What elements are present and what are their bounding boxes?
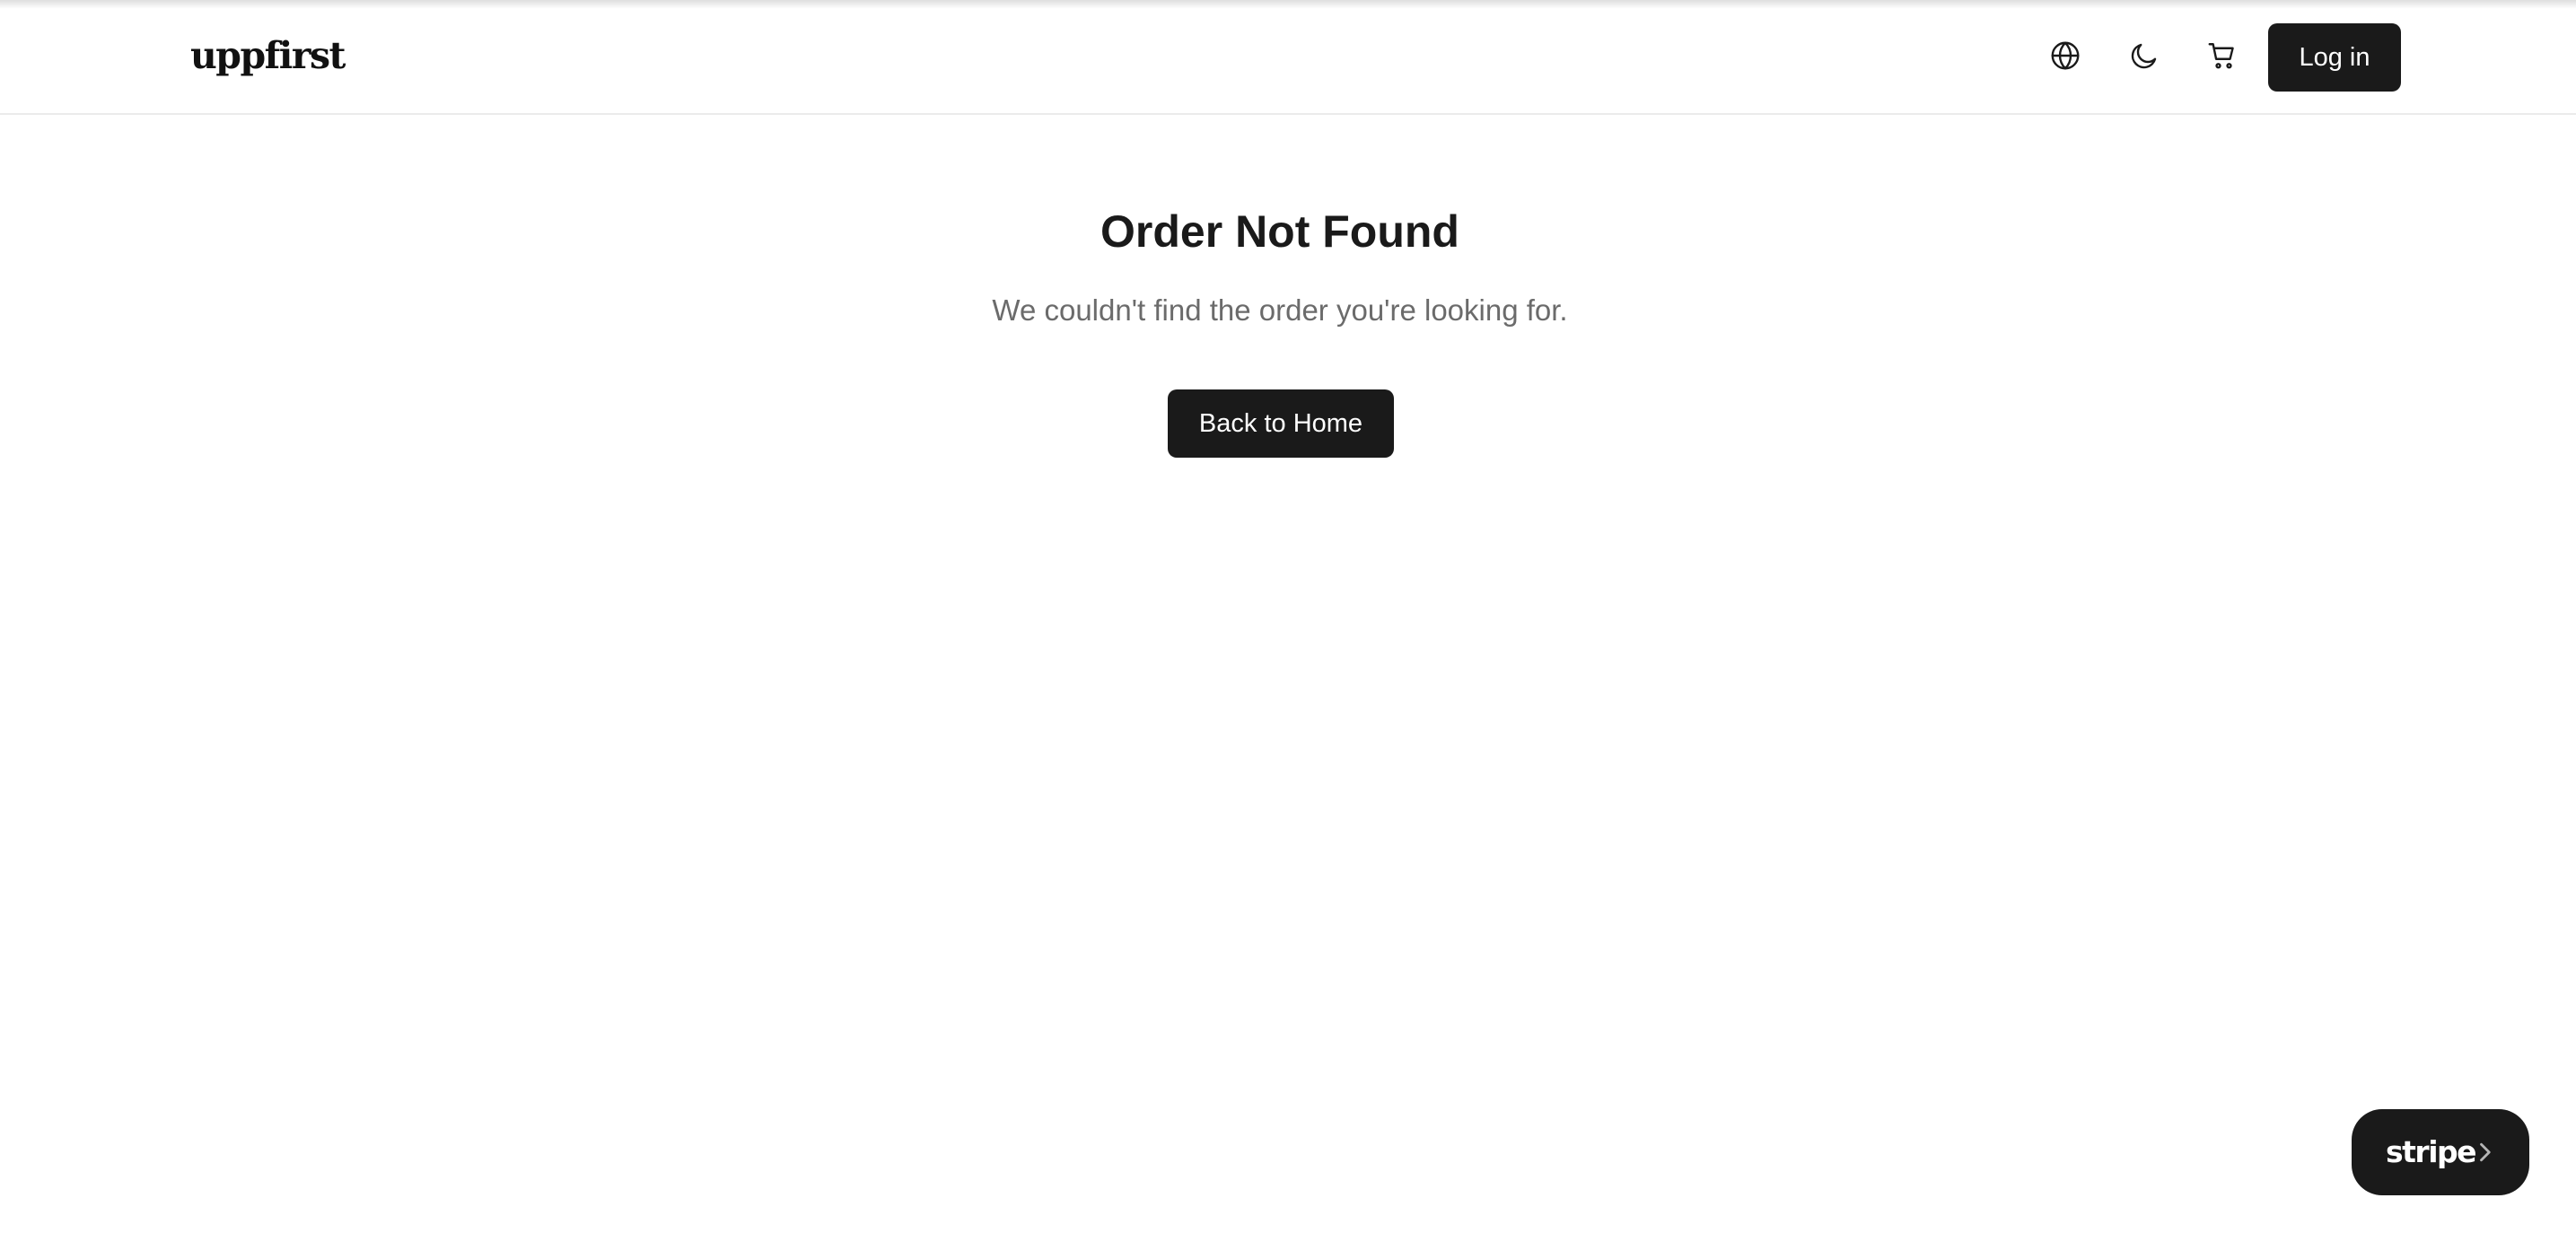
chevron-right-icon xyxy=(2472,1140,2497,1165)
back-to-home-button[interactable]: Back to Home xyxy=(1168,389,1394,458)
not-found-message: We couldn't find the order you're lookin… xyxy=(992,293,1568,327)
stripe-badge[interactable]: stripe xyxy=(2352,1109,2529,1195)
site-header: uppfirst Log in xyxy=(0,0,2576,115)
cart-icon xyxy=(2206,39,2239,76)
globe-icon xyxy=(2049,39,2081,76)
cart-button[interactable] xyxy=(2201,36,2244,79)
moon-icon xyxy=(2128,39,2160,76)
logo[interactable]: uppfirst xyxy=(190,31,346,81)
page-title: Order Not Found xyxy=(1100,206,1459,257)
stripe-logo: stripe xyxy=(2386,1134,2477,1169)
theme-toggle-button[interactable] xyxy=(2123,36,2166,79)
login-button[interactable]: Log in xyxy=(2268,23,2401,92)
language-button[interactable] xyxy=(2044,36,2087,79)
